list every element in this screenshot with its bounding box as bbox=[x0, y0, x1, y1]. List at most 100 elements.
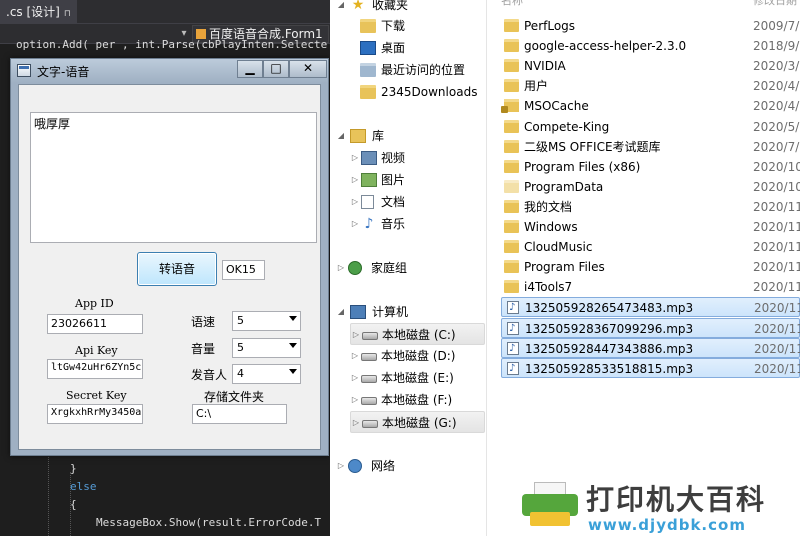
nav-drive[interactable]: ▷ 本地磁盘 (D:) bbox=[350, 345, 485, 367]
file-list-item[interactable]: 132505928533518815.mp3 2020/11/ bbox=[501, 357, 800, 379]
file-list-item[interactable]: Program Files (x86) 2020/10/ bbox=[501, 157, 800, 177]
audio-file-icon bbox=[507, 339, 519, 359]
file-list-item[interactable]: ProgramData 2020/10/ bbox=[501, 177, 800, 197]
nav-pictures-label: 图片 bbox=[381, 173, 406, 187]
nav-network[interactable]: ▷ 网络 bbox=[336, 455, 486, 477]
dialog-titlebar[interactable]: 文字-语音 ▁ □ ✕ bbox=[11, 59, 328, 83]
file-date: 2009/7/1 bbox=[753, 19, 800, 33]
api-key-input[interactable]: ltGw42uHr6ZYn5cL bbox=[47, 359, 143, 379]
file-date: 2020/11/ bbox=[754, 301, 800, 316]
file-list-item[interactable]: CloudMusic 2020/11/ bbox=[501, 237, 800, 257]
file-list-item[interactable]: i4Tools7 2020/11/ bbox=[501, 277, 800, 297]
expand-arrow-icon[interactable]: ▷ bbox=[350, 169, 360, 191]
nav-favorites[interactable]: ◢ ★ 收藏夹 bbox=[336, 0, 486, 16]
expand-arrow-icon[interactable]: ▷ bbox=[350, 191, 360, 213]
nav-pictures[interactable]: ▷ 图片 bbox=[350, 169, 486, 191]
audio-file-icon bbox=[507, 298, 519, 318]
folder-input[interactable]: C:\ bbox=[192, 404, 287, 424]
nav-drive[interactable]: ▷ 本地磁盘 (F:) bbox=[350, 389, 485, 411]
folder-icon bbox=[504, 220, 519, 233]
close-button[interactable]: ✕ bbox=[289, 60, 327, 78]
date-column-header[interactable]: 修改日期 bbox=[753, 0, 797, 8]
editor-tab-bar: .cs [设计] ⊓ bbox=[0, 0, 330, 24]
nav-downloads[interactable]: 下载 bbox=[360, 15, 486, 37]
pin-icon[interactable]: ⊓ bbox=[64, 2, 71, 26]
nav-recent[interactable]: 最近访问的位置 bbox=[360, 59, 486, 81]
volume-label: 音量 bbox=[191, 342, 216, 356]
music-library-icon: ♪ bbox=[364, 216, 374, 232]
expand-arrow-icon[interactable]: ▷ bbox=[336, 257, 346, 279]
homegroup-icon bbox=[348, 261, 362, 275]
secret-key-input[interactable]: XrgkxhRrMy3450aL bbox=[47, 404, 143, 424]
file-date: 2020/11/ bbox=[754, 321, 800, 336]
file-list-item[interactable]: Program Files 2020/11/ bbox=[501, 257, 800, 277]
file-date: 2020/4/5 bbox=[753, 79, 800, 94]
expand-arrow-icon[interactable]: ▷ bbox=[350, 367, 360, 389]
nav-desktop[interactable]: 桌面 bbox=[360, 37, 486, 59]
nav-homegroup[interactable]: ▷ 家庭组 bbox=[336, 257, 486, 279]
nav-music-label: 音乐 bbox=[381, 217, 406, 231]
file-list-item[interactable]: 二级MS OFFICE考试题库 2020/7/1 bbox=[501, 137, 800, 157]
volume-select[interactable]: 5 bbox=[232, 338, 301, 358]
convert-to-speech-button[interactable]: 转语音 bbox=[137, 252, 217, 286]
file-name: 我的文档 bbox=[524, 199, 573, 214]
nav-drive[interactable]: ▷ 本地磁盘 (E:) bbox=[350, 367, 485, 389]
collapse-arrow-icon[interactable]: ◢ bbox=[336, 301, 346, 323]
name-column-header[interactable]: 名称 bbox=[501, 0, 523, 7]
file-list-item[interactable]: 用户 2020/4/5 bbox=[501, 76, 800, 96]
file-list-item[interactable]: Windows 2020/11/ bbox=[501, 217, 800, 237]
tts-dialog-window: 文字-语音 ▁ □ ✕ 哦厚厚 转语音 OK15 App ID 23026611… bbox=[10, 58, 329, 456]
file-name: ProgramData bbox=[524, 179, 604, 194]
file-date: 2020/11/ bbox=[754, 361, 800, 376]
dialog-client-area: 哦厚厚 转语音 OK15 App ID 23026611 Api Key ltG… bbox=[18, 84, 321, 450]
collapse-arrow-icon[interactable]: ◢ bbox=[336, 0, 346, 16]
file-list-item[interactable]: MSOCache 2020/4/6 bbox=[501, 96, 800, 116]
expand-arrow-icon[interactable]: ▷ bbox=[336, 455, 346, 477]
file-list-item[interactable]: Compete-King 2020/5/1 bbox=[501, 117, 800, 137]
nav-drive[interactable]: ▷ 本地磁盘 (G:) bbox=[350, 411, 485, 433]
document-library-icon bbox=[361, 195, 374, 209]
api-key-label: Api Key bbox=[75, 344, 118, 357]
expand-arrow-icon[interactable]: ▷ bbox=[351, 324, 361, 346]
file-list-item[interactable]: 132505928265473483.mp3 2020/11/ bbox=[501, 297, 800, 318]
folder-icon bbox=[504, 139, 519, 153]
collapse-arrow-icon[interactable]: ◢ bbox=[336, 125, 346, 147]
expand-arrow-icon[interactable]: ▷ bbox=[351, 412, 361, 434]
nav-documents[interactable]: ▷ 文档 bbox=[350, 191, 486, 213]
expand-arrow-icon[interactable]: ▷ bbox=[350, 147, 360, 169]
expand-arrow-icon[interactable]: ▷ bbox=[350, 389, 360, 411]
nav-libraries[interactable]: ◢ 库 bbox=[336, 125, 486, 147]
nav-drive[interactable]: ▷ 本地磁盘 (C:) bbox=[350, 323, 485, 345]
expand-arrow-icon[interactable]: ▷ bbox=[350, 345, 360, 367]
nav-videos-label: 视频 bbox=[381, 151, 406, 165]
nav-2345downloads-label: 2345Downloads bbox=[381, 85, 478, 99]
file-list-item[interactable]: PerfLogs 2009/7/1 bbox=[501, 16, 800, 36]
maximize-button[interactable]: □ bbox=[263, 60, 289, 78]
file-list-item[interactable]: 132505928447343886.mp3 2020/11/ bbox=[501, 337, 800, 359]
file-list-item[interactable]: 我的文档 2020/11/ bbox=[501, 197, 800, 217]
text-input-area[interactable]: 哦厚厚 bbox=[30, 112, 317, 243]
speed-select[interactable]: 5 bbox=[232, 311, 301, 331]
nav-2345downloads[interactable]: 2345Downloads bbox=[360, 81, 486, 103]
nav-downloads-label: 下载 bbox=[381, 19, 406, 33]
status-field[interactable]: OK15 bbox=[222, 260, 265, 280]
nav-drive-label: 本地磁盘 (E:) bbox=[381, 371, 454, 385]
designer-tab[interactable]: .cs [设计] ⊓ bbox=[0, 0, 77, 24]
nav-videos[interactable]: ▷ 视频 bbox=[350, 147, 486, 169]
expand-arrow-icon[interactable]: ▷ bbox=[350, 213, 360, 235]
file-list-item[interactable]: google-access-helper-2.3.0 2018/9/1 bbox=[501, 36, 800, 56]
nav-computer[interactable]: ◢ 计算机 bbox=[336, 301, 486, 323]
file-list-item[interactable]: 132505928367099296.mp3 2020/11/ bbox=[501, 317, 800, 339]
folder-icon bbox=[504, 159, 519, 173]
file-name: google-access-helper-2.3.0 bbox=[524, 39, 687, 54]
app-id-input[interactable]: 23026611 bbox=[47, 314, 143, 334]
file-name: MSOCache bbox=[524, 99, 589, 114]
file-date: 2020/11/ bbox=[753, 260, 800, 275]
file-date: 2018/9/1 bbox=[753, 39, 800, 54]
speaker-select[interactable]: 4 bbox=[232, 364, 301, 384]
file-list-item[interactable]: NVIDIA 2020/3/6 bbox=[501, 56, 800, 76]
minimize-button[interactable]: ▁ bbox=[237, 60, 263, 78]
nav-music[interactable]: ▷ ♪ 音乐 bbox=[350, 213, 486, 235]
file-date: 2020/11/ bbox=[753, 280, 800, 295]
file-date: 2020/11/ bbox=[754, 341, 800, 356]
